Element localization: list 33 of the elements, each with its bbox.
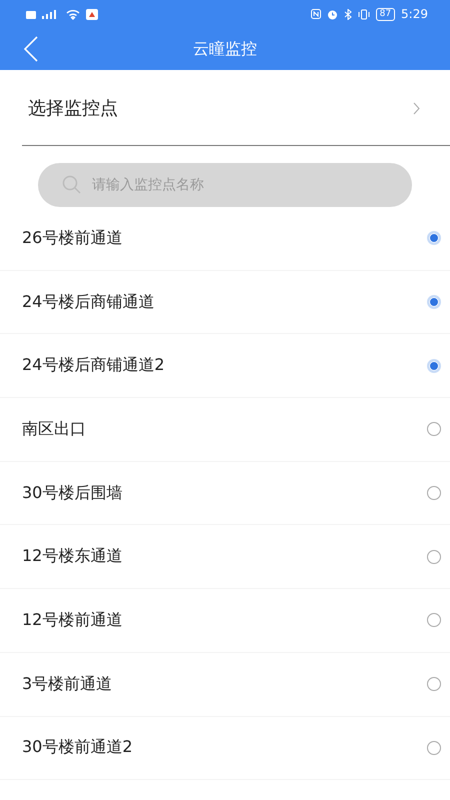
vibrate-icon [358,8,370,20]
monitor-point-item[interactable]: 26号楼前通道 [0,207,450,271]
search-icon [62,175,82,195]
monitor-point-item[interactable]: 12号楼前通道 [0,589,450,653]
radio-button[interactable] [427,295,441,310]
back-icon [24,36,38,62]
app-icon [86,8,98,20]
bluetooth-icon [344,8,352,20]
monitor-point-item[interactable]: 24号楼后商铺通道2 [0,334,450,398]
screen-title: 云瞳监控 [193,38,257,58]
wifi-icon [66,8,80,20]
radio-button[interactable] [427,231,441,246]
radio-button[interactable] [427,740,441,755]
radio-button[interactable] [427,422,441,436]
monitor-point-selector[interactable]: 选择监控点 [22,70,450,146]
monitor-point-item[interactable]: 30号楼前通道2 [0,716,450,780]
monitor-point-item[interactable]: 12号楼东通道 [0,525,450,590]
clock-time: 5:29 [401,7,428,21]
battery-indicator: 87 [376,8,396,20]
radio-button[interactable] [427,677,441,692]
radio-button[interactable] [427,486,441,500]
nfc-icon [310,9,321,19]
radio-button[interactable] [427,550,441,564]
monitor-point-item[interactable]: 30号楼后围墙 [0,462,450,526]
back-button[interactable] [24,36,38,62]
monitor-point-item[interactable]: 3号楼前通道 [0,652,450,716]
monitor-point-item[interactable]: 南区出口 [0,398,450,462]
chevron-right-icon [413,102,420,114]
search-field[interactable]: 请输入监控点名称 [38,163,412,207]
radio-button[interactable] [427,358,441,373]
monitor-point-item[interactable]: 24号楼后商铺通道 [0,270,450,334]
radio-button[interactable] [427,613,441,628]
alarm-icon [326,8,338,20]
